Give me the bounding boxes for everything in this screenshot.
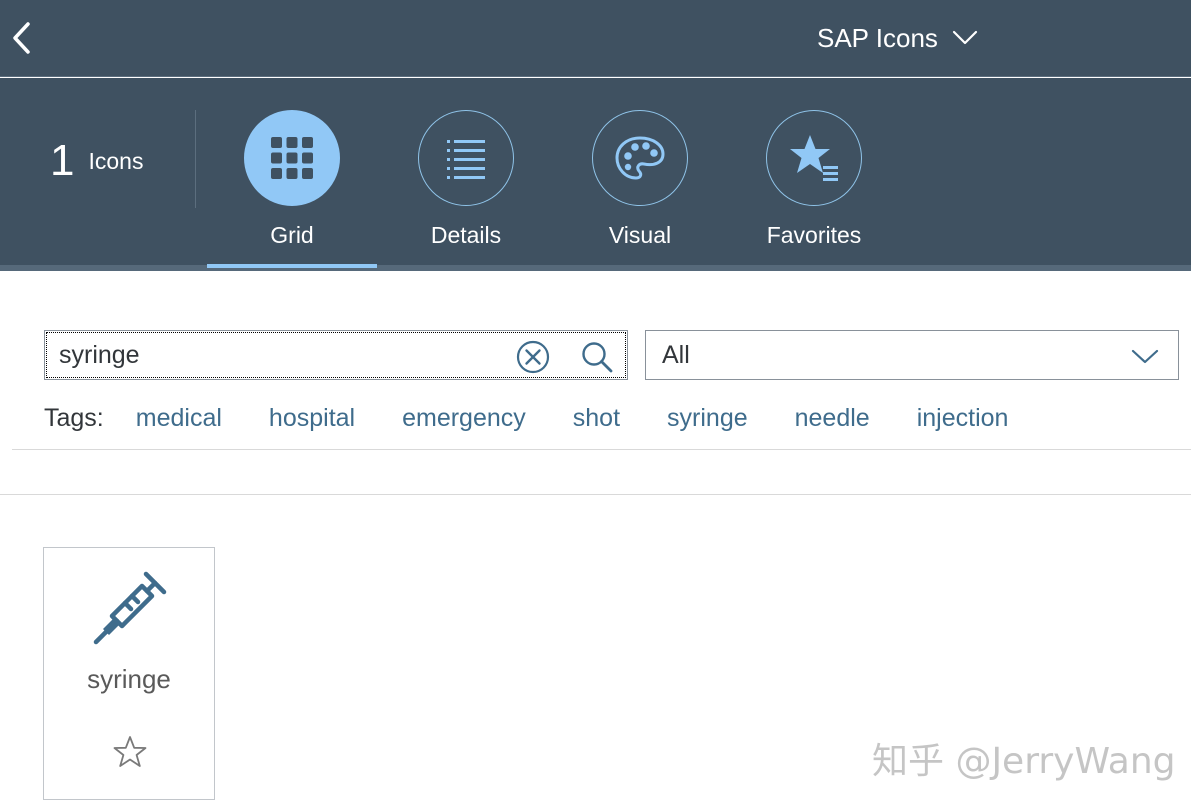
icon-count: 1 Icons — [50, 136, 143, 186]
clear-search-button[interactable] — [515, 339, 551, 375]
category-select[interactable]: All — [645, 330, 1179, 380]
icon-tab-bar: 1 Icons Grid Details Visual Favorites — [0, 78, 1191, 271]
tab-grid[interactable]: Grid — [207, 110, 377, 270]
category-selected-value: All — [662, 341, 690, 369]
grid-icon — [271, 137, 313, 179]
icon-name: syringe — [87, 664, 171, 694]
tab-details-circle — [418, 110, 514, 206]
tag-link[interactable]: shot — [573, 404, 620, 433]
search-input[interactable] — [59, 331, 499, 379]
star-icon — [113, 736, 147, 767]
tag-link[interactable]: injection — [917, 404, 1009, 433]
syringe-icon — [93, 571, 167, 645]
clear-icon — [516, 340, 550, 374]
back-button[interactable] — [6, 20, 36, 56]
list-icon — [447, 140, 485, 179]
tab-details[interactable]: Details — [381, 110, 551, 270]
tab-favorites-circle — [766, 110, 862, 206]
favorite-toggle[interactable] — [112, 734, 148, 770]
tag-link[interactable]: hospital — [269, 404, 355, 433]
count-label: Icons — [88, 147, 144, 174]
tab-favorites[interactable]: Favorites — [729, 110, 899, 270]
chevron-down-icon — [952, 30, 978, 45]
tab-selected-indicator — [207, 264, 377, 268]
divider — [195, 110, 196, 208]
tab-grid-circle — [244, 110, 340, 206]
chevron-left-icon — [13, 22, 30, 54]
search-icon — [582, 342, 613, 373]
tab-visual[interactable]: Visual — [555, 110, 725, 270]
divider — [12, 449, 1191, 450]
tab-favorites-label: Favorites — [766, 222, 862, 248]
tag-link[interactable]: medical — [136, 404, 222, 433]
search-button[interactable] — [579, 339, 615, 375]
tag-link[interactable]: needle — [795, 404, 870, 433]
shell-bar: SAP Icons — [0, 0, 1191, 77]
app-title: SAP Icons — [817, 22, 938, 53]
watermark: 知乎 @JerryWang — [872, 741, 1176, 782]
tab-bar-edge — [0, 265, 1191, 271]
app-title-menu[interactable]: SAP Icons — [817, 20, 978, 56]
tags-label: Tags: — [44, 403, 104, 432]
icon-tile[interactable]: syringe — [43, 547, 215, 800]
palette-icon — [615, 136, 665, 180]
tab-details-label: Details — [430, 222, 502, 248]
tag-link[interactable]: syringe — [667, 404, 748, 433]
tab-visual-circle — [592, 110, 688, 206]
tag-link[interactable]: emergency — [402, 404, 526, 433]
count-number: 1 — [50, 136, 75, 185]
divider — [0, 494, 1191, 495]
tab-visual-label: Visual — [608, 222, 672, 248]
favorite-list-icon — [790, 135, 838, 181]
search-field[interactable] — [44, 330, 628, 380]
chevron-down-icon — [1131, 349, 1159, 364]
tags-row: Tags: medical hospital emergency shot sy… — [44, 398, 1008, 438]
tab-grid-label: Grid — [270, 222, 314, 248]
